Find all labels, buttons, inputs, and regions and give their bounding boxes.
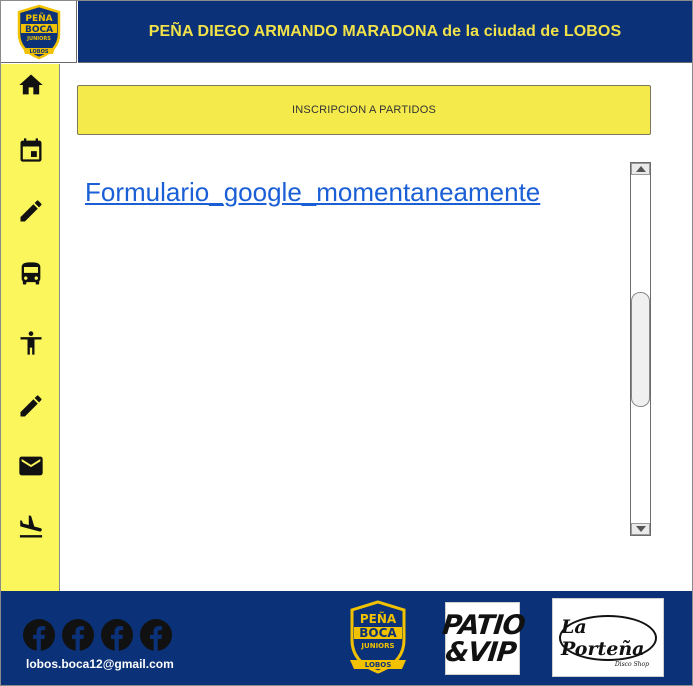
facebook-icon[interactable]	[23, 619, 55, 651]
google-form-link[interactable]: Formulario_google_momentaneamente	[85, 177, 540, 208]
footer: lobos.boca12@gmail.com PEÑA BOCA JUNIORS…	[1, 591, 692, 685]
crest-icon: PEÑA BOCA JUNIORS LOBOS	[17, 4, 60, 59]
section-header: INSCRIPCION A PARTIDOS	[77, 85, 651, 135]
sidebar-item-home[interactable]	[1, 65, 60, 105]
svg-text:BOCA: BOCA	[24, 25, 52, 35]
facebook-icon[interactable]	[62, 619, 94, 651]
section-title: INSCRIPCION A PARTIDOS	[292, 104, 436, 116]
sidebar-nav	[1, 64, 60, 591]
svg-text:BOCA: BOCA	[359, 626, 397, 640]
facebook-icon[interactable]	[101, 619, 133, 651]
header-bar: PEÑA DIEGO ARMANDO MARADONA de la ciudad…	[78, 1, 692, 63]
arrow-up-icon	[635, 166, 646, 172]
sidebar-item-edit[interactable]	[1, 191, 60, 231]
sidebar-item-flight[interactable]	[1, 507, 60, 547]
scroll-up-button[interactable]	[631, 163, 650, 175]
crest-icon: PEÑA BOCA JUNIORS LOBOS	[350, 600, 406, 674]
calendar-icon	[20, 138, 41, 162]
svg-text:JUNIORS: JUNIORS	[26, 36, 51, 42]
club-logo[interactable]: PEÑA BOCA JUNIORS LOBOS	[1, 1, 77, 63]
svg-text:PEÑA: PEÑA	[360, 611, 397, 626]
contact-email[interactable]: lobos.boca12@gmail.com	[26, 657, 174, 671]
page-title: PEÑA DIEGO ARMANDO MARADONA de la ciudad…	[148, 22, 622, 40]
patio-vip-logo: PATIO &VIP	[441, 609, 527, 668]
sponsor-patio-vip[interactable]: PATIO &VIP	[441, 602, 527, 675]
sidebar-item-mail[interactable]	[1, 446, 60, 486]
pencil-icon	[20, 200, 42, 222]
arrow-down-icon	[635, 526, 646, 532]
la-portena-logo: La Porteña Disco Shop	[559, 614, 657, 668]
scroll-down-button[interactable]	[631, 523, 650, 535]
vertical-scrollbar[interactable]	[630, 162, 651, 536]
bus-icon	[21, 262, 40, 285]
sidebar-item-calendar[interactable]	[1, 130, 60, 170]
sponsor-la-portena[interactable]: La Porteña Disco Shop	[552, 598, 664, 677]
sidebar-item-accessibility[interactable]	[1, 323, 60, 363]
sidebar-item-edit-2[interactable]	[1, 386, 60, 426]
scroll-thumb[interactable]	[631, 292, 650, 407]
accessibility-icon	[20, 331, 41, 355]
mail-icon	[18, 456, 43, 476]
svg-text:JUNIORS: JUNIORS	[360, 642, 394, 650]
embedded-frame: Formulario_google_momentaneamente	[77, 162, 625, 536]
flight-land-icon	[19, 515, 42, 538]
pencil-icon	[20, 395, 42, 417]
svg-text:PEÑA: PEÑA	[25, 13, 52, 24]
home-icon	[18, 74, 43, 95]
svg-text:LOBOS: LOBOS	[365, 661, 392, 669]
facebook-icon[interactable]	[140, 619, 172, 651]
sidebar-item-bus[interactable]	[1, 254, 60, 294]
svg-text:LOBOS: LOBOS	[29, 49, 48, 55]
